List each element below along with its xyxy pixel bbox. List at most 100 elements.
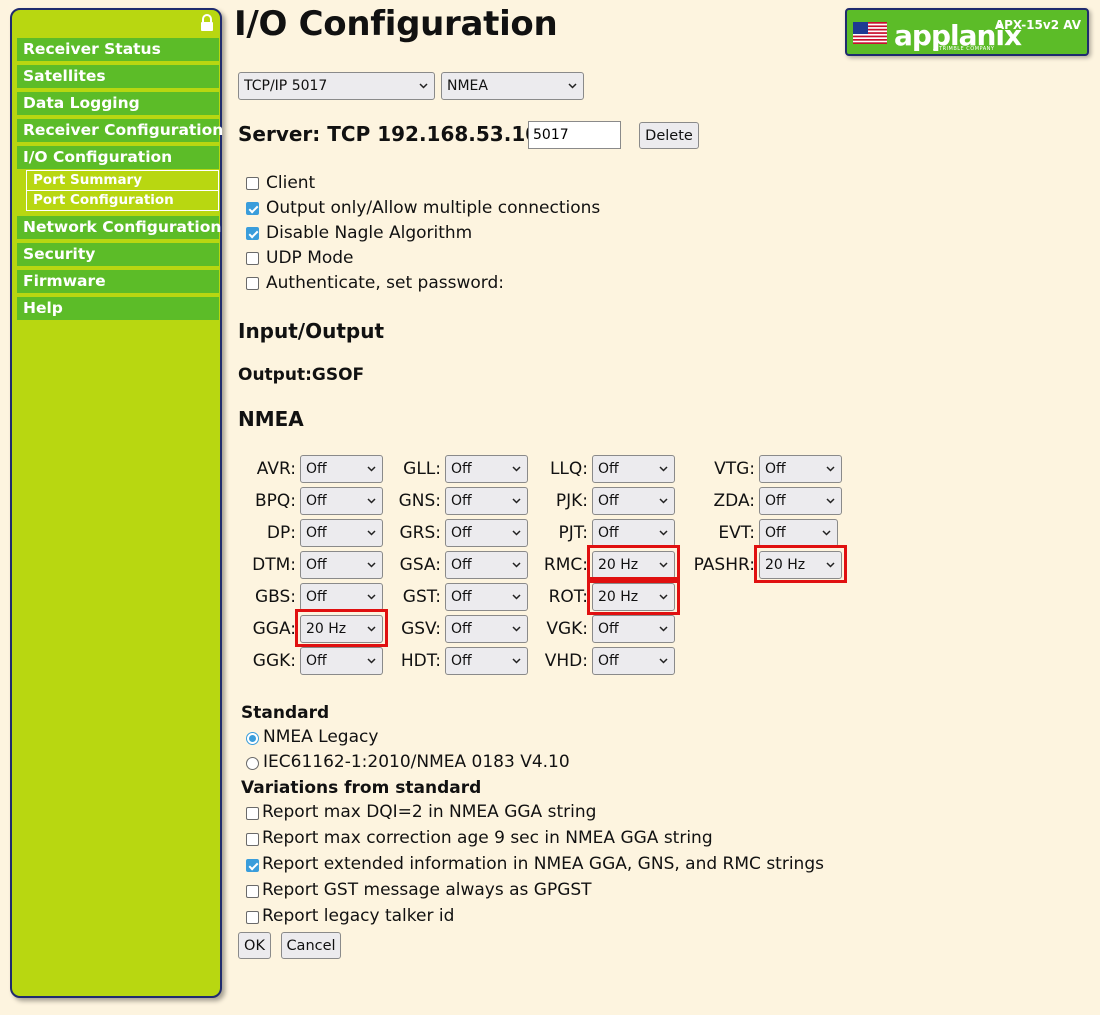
nmea-ggk-rate-select[interactable]: Off	[300, 647, 383, 675]
page-title: I/O Configuration	[234, 4, 558, 44]
nmea-vhd-label: VHD:	[544, 651, 588, 671]
nmea-zda-label: ZDA:	[713, 491, 756, 511]
delete-button[interactable]: Delete	[639, 122, 699, 149]
nmea-rot-rate-select[interactable]: 20 Hz	[592, 583, 675, 611]
nmea-vgk-rate-select[interactable]: Off	[592, 615, 675, 643]
nmea-gga-select-wrap: 20 Hz	[300, 615, 383, 643]
sidebar-item-network-configuration[interactable]: Network Configuration	[17, 216, 221, 239]
sidebar: Receiver Status Satellites Data Logging …	[10, 8, 223, 998]
server-label: Server: TCP 192.168.53.100:	[238, 122, 562, 146]
nmea-bpq-rate-select[interactable]: Off	[300, 487, 383, 515]
extended-info-label: Report extended information in NMEA GGA,…	[262, 854, 824, 874]
nmea-avr-rate-select[interactable]: Off	[300, 455, 383, 483]
nmea-gbs-rate-select[interactable]: Off	[300, 583, 383, 611]
nmea-rmc-rate-select[interactable]: 20 Hz	[592, 551, 675, 579]
nmea-gll-rate-select[interactable]: Off	[445, 455, 528, 483]
iec61162-label: IEC61162-1:2010/NMEA 0183 V4.10	[263, 752, 570, 772]
nmea-vtg-label: VTG:	[714, 459, 755, 479]
us-flag-icon	[853, 22, 887, 44]
sidebar-item-security[interactable]: Security	[17, 243, 219, 266]
nmea-dtm-rate-select[interactable]: Off	[300, 551, 383, 579]
nmea-gsv-rate-select[interactable]: Off	[445, 615, 528, 643]
nmea-vgk-label: VGK:	[546, 619, 588, 639]
nmea-pjt-select-wrap: Off	[592, 519, 675, 547]
nmea-grs-rate-select[interactable]: Off	[445, 519, 528, 547]
iec61162-radio[interactable]	[246, 757, 259, 770]
sidebar-submenu: Port Summary Port Configuration	[26, 170, 219, 211]
nmea-gst-label: GST:	[402, 587, 441, 607]
nmea-llq-label: LLQ:	[549, 459, 588, 479]
protocol-select[interactable]: NMEA	[441, 72, 584, 100]
protocol-select-wrap: NMEA	[441, 72, 584, 100]
sidebar-item-receiver-status[interactable]: Receiver Status	[17, 38, 219, 61]
nmea-pjk-rate-select[interactable]: Off	[592, 487, 675, 515]
sidebar-item-io-configuration[interactable]: I/O Configuration	[17, 146, 219, 169]
nmea-gns-select-wrap: Off	[445, 487, 528, 515]
nmea-dp-select-wrap: Off	[300, 519, 383, 547]
udp-mode-checkbox[interactable]	[246, 252, 259, 265]
client-label: Client	[266, 173, 316, 193]
nmea-llq-select-wrap: Off	[592, 455, 675, 483]
lock-icon	[201, 14, 213, 31]
gpgst-checkbox[interactable]	[246, 885, 259, 898]
sidebar-subitem-port-configuration[interactable]: Port Configuration	[27, 190, 218, 210]
nmea-legacy-radio[interactable]	[246, 732, 259, 745]
nmea-zda-rate-select[interactable]: Off	[759, 487, 842, 515]
nmea-ggk-label: GGK:	[252, 651, 296, 671]
nmea-gga-rate-select[interactable]: 20 Hz	[300, 615, 383, 643]
nmea-grs-select-wrap: Off	[445, 519, 528, 547]
nmea-gns-rate-select[interactable]: Off	[445, 487, 528, 515]
disable-nagle-label: Disable Nagle Algorithm	[266, 223, 473, 243]
nmea-vtg-rate-select[interactable]: Off	[759, 455, 842, 483]
extended-info-checkbox[interactable]	[246, 859, 259, 872]
nmea-avr-label: AVR:	[256, 459, 296, 479]
nmea-pjt-rate-select[interactable]: Off	[592, 519, 675, 547]
sidebar-subitem-port-summary[interactable]: Port Summary	[27, 171, 218, 190]
sidebar-item-satellites[interactable]: Satellites	[17, 65, 219, 88]
port-select[interactable]: TCP/IP 5017	[238, 72, 435, 100]
udp-mode-label: UDP Mode	[266, 248, 354, 268]
authenticate-checkbox[interactable]	[246, 277, 259, 290]
legacy-talker-checkbox[interactable]	[246, 911, 259, 924]
io-heading: Input/Output	[238, 319, 385, 343]
nmea-grs-label: GRS:	[399, 523, 441, 543]
nmea-evt-select-wrap: Off	[759, 519, 838, 547]
output-only-label: Output only/Allow multiple connections	[266, 198, 601, 218]
port-number-input[interactable]	[528, 121, 621, 149]
output-only-checkbox[interactable]	[246, 202, 259, 215]
nmea-evt-label: EVT:	[718, 523, 755, 543]
nmea-dtm-select-wrap: Off	[300, 551, 383, 579]
disable-nagle-checkbox[interactable]	[246, 227, 259, 240]
nmea-vhd-rate-select[interactable]: Off	[592, 647, 675, 675]
client-checkbox[interactable]	[246, 177, 259, 190]
nmea-hdt-rate-select[interactable]: Off	[445, 647, 528, 675]
nmea-zda-select-wrap: Off	[759, 487, 842, 515]
sidebar-item-help[interactable]: Help	[17, 297, 219, 320]
nmea-gbs-label: GBS:	[254, 587, 296, 607]
nmea-pashr-label: PASHR:	[693, 555, 755, 575]
sidebar-item-receiver-configuration[interactable]: Receiver Configuration	[17, 119, 223, 142]
nmea-dp-rate-select[interactable]: Off	[300, 519, 383, 547]
nmea-heading: NMEA	[238, 407, 304, 431]
sidebar-item-data-logging[interactable]: Data Logging	[17, 92, 219, 115]
nmea-bpq-label: BPQ:	[254, 491, 296, 511]
max-dqi-checkbox[interactable]	[246, 807, 259, 820]
nmea-pashr-select-wrap: 20 Hz	[759, 551, 842, 579]
nmea-rmc-label: RMC:	[543, 555, 588, 575]
nmea-evt-rate-select[interactable]: Off	[759, 519, 838, 547]
nmea-pashr-rate-select[interactable]: 20 Hz	[759, 551, 842, 579]
cancel-button[interactable]: Cancel	[281, 932, 341, 959]
output-label: Output:GSOF	[238, 365, 365, 385]
variations-heading: Variations from standard	[241, 778, 482, 798]
nmea-gns-label: GNS:	[398, 491, 441, 511]
nmea-vtg-select-wrap: Off	[759, 455, 842, 483]
nmea-llq-rate-select[interactable]: Off	[592, 455, 675, 483]
sidebar-item-firmware[interactable]: Firmware	[17, 270, 219, 293]
max-correction-age-checkbox[interactable]	[246, 833, 259, 846]
ok-button[interactable]: OK	[238, 932, 271, 959]
nmea-hdt-select-wrap: Off	[445, 647, 528, 675]
nmea-gsa-rate-select[interactable]: Off	[445, 551, 528, 579]
max-correction-age-label: Report max correction age 9 sec in NMEA …	[262, 828, 713, 848]
nmea-gst-rate-select[interactable]: Off	[445, 583, 528, 611]
nmea-gsv-select-wrap: Off	[445, 615, 528, 643]
